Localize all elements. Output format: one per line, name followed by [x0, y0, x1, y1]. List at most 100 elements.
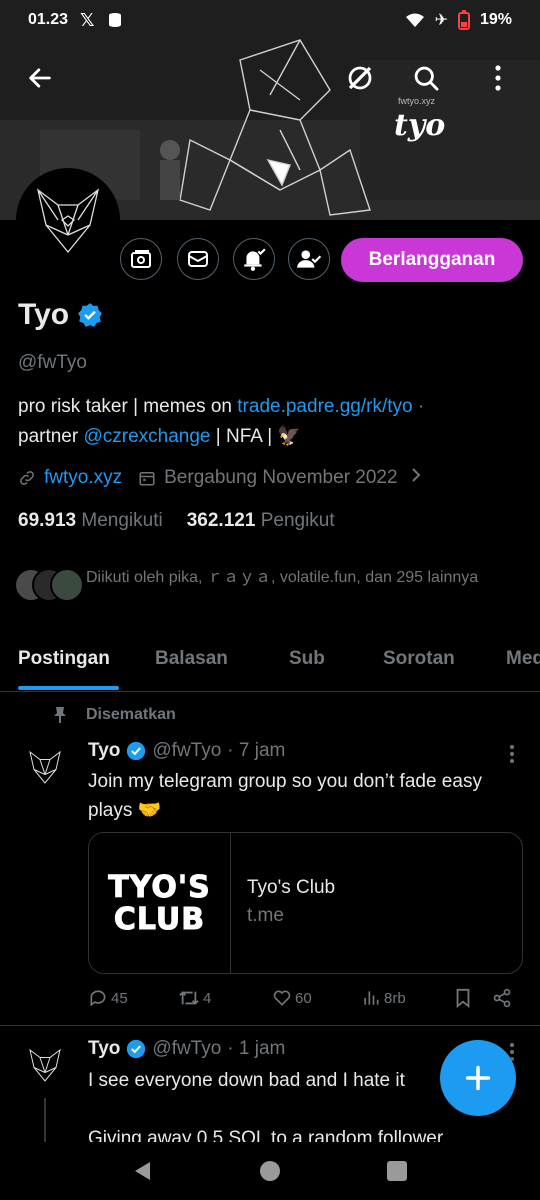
more-vertical-icon: [495, 65, 501, 91]
subscribe-button[interactable]: Berlangganan: [341, 238, 523, 282]
tweet-avatar[interactable]: [22, 744, 68, 790]
following-link[interactable]: 69.913 Mengikuti: [18, 510, 163, 532]
arrow-left-icon: [29, 68, 51, 88]
wifi-icon: [405, 13, 424, 27]
heart-icon: [273, 990, 291, 1006]
reply-button[interactable]: 45: [88, 988, 128, 1008]
tweet-time[interactable]: · 1 jam: [227, 1038, 285, 1060]
grok-icon: [348, 66, 372, 90]
bookmark-icon: [456, 988, 470, 1008]
search-button[interactable]: [402, 54, 450, 102]
bell-check-icon: [244, 248, 266, 271]
more-vertical-icon: [510, 745, 514, 763]
bookmark-button[interactable]: [454, 988, 472, 1008]
back-triangle-icon[interactable]: [132, 1160, 154, 1182]
tab-highlights[interactable]: Sorotan: [383, 648, 455, 670]
tweet-text: Join my telegram group so you don’t fade…: [88, 771, 482, 821]
followed-by[interactable]: Diikuti oleh pika, ｒａｙａ, volatile.fun, d…: [14, 568, 534, 604]
following-count: 69.913: [18, 510, 77, 531]
bio-link-padre[interactable]: trade.padre.gg/rk/tyo: [237, 396, 412, 417]
money-icon: [131, 250, 151, 268]
following-button[interactable]: [288, 238, 330, 280]
notifications-button[interactable]: [233, 238, 275, 280]
follower-avatar: [50, 568, 84, 602]
tab-media[interactable]: Media: [506, 648, 540, 670]
link-card[interactable]: TYO'S CLUB Tyo's Club t.me: [88, 832, 523, 974]
tweet-author-name[interactable]: Tyo: [88, 740, 120, 762]
home-circle-icon[interactable]: [259, 1160, 281, 1182]
subscriptions-button[interactable]: [120, 238, 162, 280]
airplane-icon: ✈: [434, 12, 448, 29]
joined-date: Bergabung November 2022: [164, 467, 398, 488]
like-count: 60: [295, 989, 312, 1007]
storage-icon: [108, 13, 121, 27]
pinned-indicator: Disematkan: [52, 706, 176, 724]
tweet-header: Tyo @fwTyo · 1 jam: [88, 1038, 285, 1060]
verified-badge-icon: [127, 741, 146, 761]
tweet-author-handle[interactable]: @fwTyo: [152, 740, 221, 762]
person-check-icon: [297, 250, 322, 268]
tweet-divider: [0, 1025, 540, 1026]
profile-bio: pro risk taker | memes on trade.padre.gg…: [18, 392, 528, 452]
tweet-author-name[interactable]: Tyo: [88, 1038, 120, 1060]
thread-line: [44, 1098, 46, 1142]
repost-count: 4: [203, 989, 212, 1007]
views-chart-icon: [364, 991, 379, 1005]
followed-by-text: Diikuti oleh pika, ｒａｙａ, volatile.fun, d…: [86, 569, 479, 586]
followers-label: Pengikut: [260, 510, 335, 531]
card-image: TYO'S CLUB: [89, 833, 231, 973]
card-body: Tyo's Club t.me: [231, 833, 335, 973]
followers-count: 362.121: [186, 510, 256, 531]
profile-handle: @fwTyo: [18, 352, 87, 373]
following-label: Mengikuti: [81, 510, 163, 531]
link-icon: [18, 469, 36, 487]
wolf-logo-icon: [29, 750, 61, 784]
top-nav: [0, 54, 540, 106]
website-link[interactable]: fwtyo.xyz: [44, 467, 122, 489]
repost-button[interactable]: 4: [178, 988, 211, 1008]
profile-action-row: Berlangganan: [0, 238, 540, 282]
share-icon: [493, 988, 511, 1008]
tweet-author-handle[interactable]: @fwTyo: [152, 1038, 221, 1060]
tweet-actions: 45 4 60 8rb: [88, 988, 520, 1014]
card-title: Tyo's Club: [247, 877, 336, 898]
tweet-text-line2: Giving away 0.5 SOL to a random follower: [88, 1128, 444, 1142]
banner-brand-text: tyo: [394, 108, 446, 143]
bio-link-czrexchange[interactable]: @czrexchange: [83, 426, 210, 447]
tab-posts[interactable]: Postingan: [18, 648, 110, 670]
profile-tabs: Postingan Balasan Sub Sorotan Media: [0, 638, 540, 692]
reply-count: 45: [111, 989, 128, 1007]
profile-meta: fwtyo.xyz Bergabung November 2022: [18, 466, 422, 490]
tweet-avatar[interactable]: [22, 1042, 68, 1088]
tweet-more-button[interactable]: [500, 742, 524, 766]
verified-badge-icon: [78, 303, 103, 327]
reply-icon: [90, 990, 106, 1007]
tweet-time[interactable]: · 7 jam: [227, 740, 285, 762]
calendar-icon: [138, 469, 156, 487]
pinned-label: Disematkan: [86, 706, 176, 723]
views-button[interactable]: 8rb: [361, 988, 406, 1008]
chevron-right-icon[interactable]: [410, 466, 422, 490]
card-image-line1: TYO'S: [108, 870, 211, 905]
more-button[interactable]: [474, 54, 522, 102]
bio-text: pro risk taker | memes on: [18, 396, 238, 417]
recents-square-icon[interactable]: [386, 1160, 408, 1182]
battery-icon: [457, 10, 470, 30]
status-bar: 01.23 𝕏 ✈ 19%: [0, 0, 540, 40]
tab-replies[interactable]: Balasan: [155, 648, 228, 670]
search-icon: [414, 66, 439, 91]
followers-link[interactable]: 362.121 Pengikut: [187, 510, 335, 532]
bio-separator: ·: [412, 396, 425, 417]
message-button[interactable]: [177, 238, 219, 280]
share-button[interactable]: [492, 988, 512, 1008]
profile-name-text: Tyo: [18, 298, 70, 331]
x-app-icon: 𝕏: [80, 9, 95, 30]
compose-fab-button[interactable]: [440, 1040, 516, 1116]
active-tab-indicator: [18, 686, 119, 690]
grok-button[interactable]: [336, 54, 384, 102]
pin-icon: [54, 707, 66, 723]
back-button[interactable]: [16, 54, 64, 102]
wolf-logo-icon: [29, 1048, 61, 1082]
like-button[interactable]: 60: [272, 988, 312, 1008]
tab-subs[interactable]: Sub: [289, 648, 325, 670]
